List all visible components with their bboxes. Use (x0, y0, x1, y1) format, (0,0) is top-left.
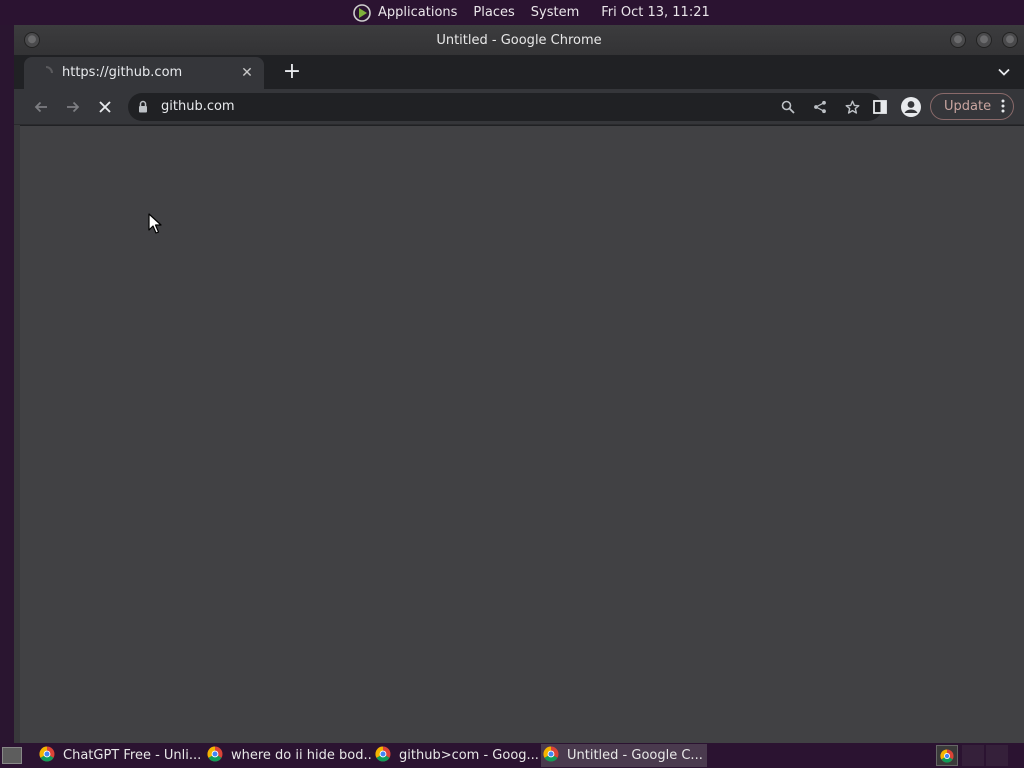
loading-spinner-icon (38, 65, 54, 81)
chrome-icon (207, 746, 223, 766)
desktop-background (0, 25, 14, 743)
taskbar-task-untitled-chrome[interactable]: Untitled - Google C... (541, 744, 707, 767)
lock-icon[interactable] (138, 100, 148, 117)
task-label: Untitled - Google C... (567, 748, 703, 763)
page-viewport[interactable] (20, 126, 1024, 743)
maximize-button[interactable] (976, 32, 992, 48)
close-window-button[interactable] (1002, 32, 1018, 48)
star-icon[interactable] (842, 97, 862, 117)
workspace-switcher-chrome-icon[interactable] (936, 745, 958, 766)
top-panel: Applications Places System Fri Oct 13, 1… (0, 0, 1024, 25)
menu-system[interactable]: System (531, 5, 579, 20)
task-label: ChatGPT Free - Unli... (63, 748, 202, 763)
window-menu-button[interactable] (24, 32, 40, 48)
share-icon[interactable] (810, 97, 830, 117)
arrow-left-icon[interactable] (29, 95, 53, 119)
new-tab-button[interactable]: + (278, 59, 306, 87)
minimize-button[interactable] (950, 32, 966, 48)
window-title: Untitled - Google Chrome (436, 32, 602, 48)
workspace-slot[interactable] (962, 745, 984, 766)
task-label: where do ii hide bod... (231, 748, 371, 763)
browser-toolbar: github.com Update (14, 89, 1024, 125)
update-label: Update (944, 99, 992, 114)
taskbar-task-chatgpt[interactable]: ChatGPT Free - Unli... (37, 744, 203, 767)
tab-strip: https://github.com ✕ + (14, 55, 1024, 89)
chrome-icon (543, 746, 559, 766)
kebab-menu-icon[interactable] (1001, 98, 1005, 118)
panel-clock[interactable]: Fri Oct 13, 11:21 (601, 5, 710, 20)
task-label: github>com - Goog... (399, 748, 539, 763)
tab-close-icon[interactable]: ✕ (238, 64, 256, 82)
menu-applications[interactable]: Applications (378, 5, 457, 20)
address-bar[interactable]: github.com (128, 93, 882, 121)
update-button[interactable]: Update (930, 93, 1014, 120)
workspace-slot[interactable] (986, 745, 1008, 766)
tab-title: https://github.com (62, 65, 183, 80)
chrome-icon (39, 746, 55, 766)
arrow-right-icon[interactable] (61, 95, 85, 119)
app-logo-icon[interactable] (352, 3, 372, 23)
mouse-cursor-icon (148, 213, 162, 239)
panel-menus: Applications Places System Fri Oct 13, 1… (352, 0, 710, 25)
taskbar-task-github-search[interactable]: github>com - Goog... (373, 744, 539, 767)
show-desktop-icon[interactable] (2, 747, 22, 764)
chrome-icon (375, 746, 391, 766)
side-panel-icon[interactable] (868, 95, 892, 119)
tab-github[interactable]: https://github.com ✕ (24, 57, 264, 89)
search-icon[interactable] (778, 97, 798, 117)
chevron-down-icon[interactable] (992, 60, 1016, 84)
stop-loading-icon[interactable] (93, 95, 117, 119)
taskbar-task-where-hide[interactable]: where do ii hide bod... (205, 744, 371, 767)
browser-window: Untitled - Google Chrome https://github.… (14, 25, 1024, 743)
window-titlebar[interactable]: Untitled - Google Chrome (14, 25, 1024, 55)
bottom-taskbar: ChatGPT Free - Unli... where do ii hide … (0, 743, 1024, 768)
menu-places[interactable]: Places (473, 5, 514, 20)
profile-icon[interactable] (899, 95, 923, 119)
address-url[interactable]: github.com (161, 99, 235, 114)
